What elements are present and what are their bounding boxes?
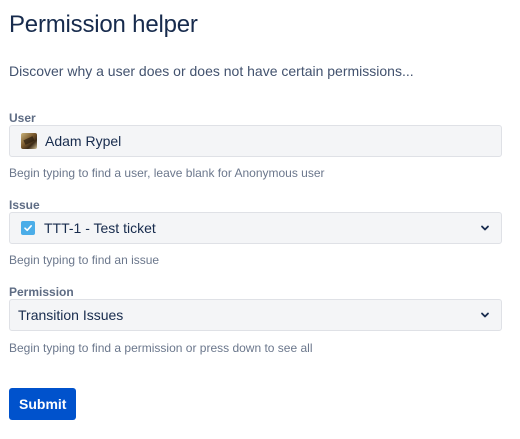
chevron-down-icon[interactable] [477,220,493,236]
permission-helper-page: Permission helper Discover why a user do… [0,0,520,439]
submit-button[interactable]: Submit [9,388,77,420]
user-avatar [21,133,37,149]
user-picker-value: Adam Rypel [45,133,122,149]
permission-select[interactable]: Transition Issues [9,299,502,331]
page-title: Permission helper [9,11,198,38]
issue-field-helper: Begin typing to find an issue [9,253,160,267]
page-description: Discover why a user does or does not hav… [9,63,414,79]
user-picker[interactable]: Adam Rypel [9,125,502,157]
user-field-label: User [9,111,36,125]
issue-picker[interactable]: TTT-1 - Test ticket [9,212,502,244]
permission-field-helper: Begin typing to find a permission or pre… [9,341,313,355]
issue-picker-value: TTT-1 - Test ticket [44,220,156,236]
issue-field-label: Issue [9,198,40,212]
permission-field-label: Permission [9,285,74,299]
task-issue-type-icon [21,221,35,235]
user-field-helper: Begin typing to find a user, leave blank… [9,166,325,180]
permission-select-value: Transition Issues [18,307,124,323]
chevron-down-icon[interactable] [477,307,493,323]
